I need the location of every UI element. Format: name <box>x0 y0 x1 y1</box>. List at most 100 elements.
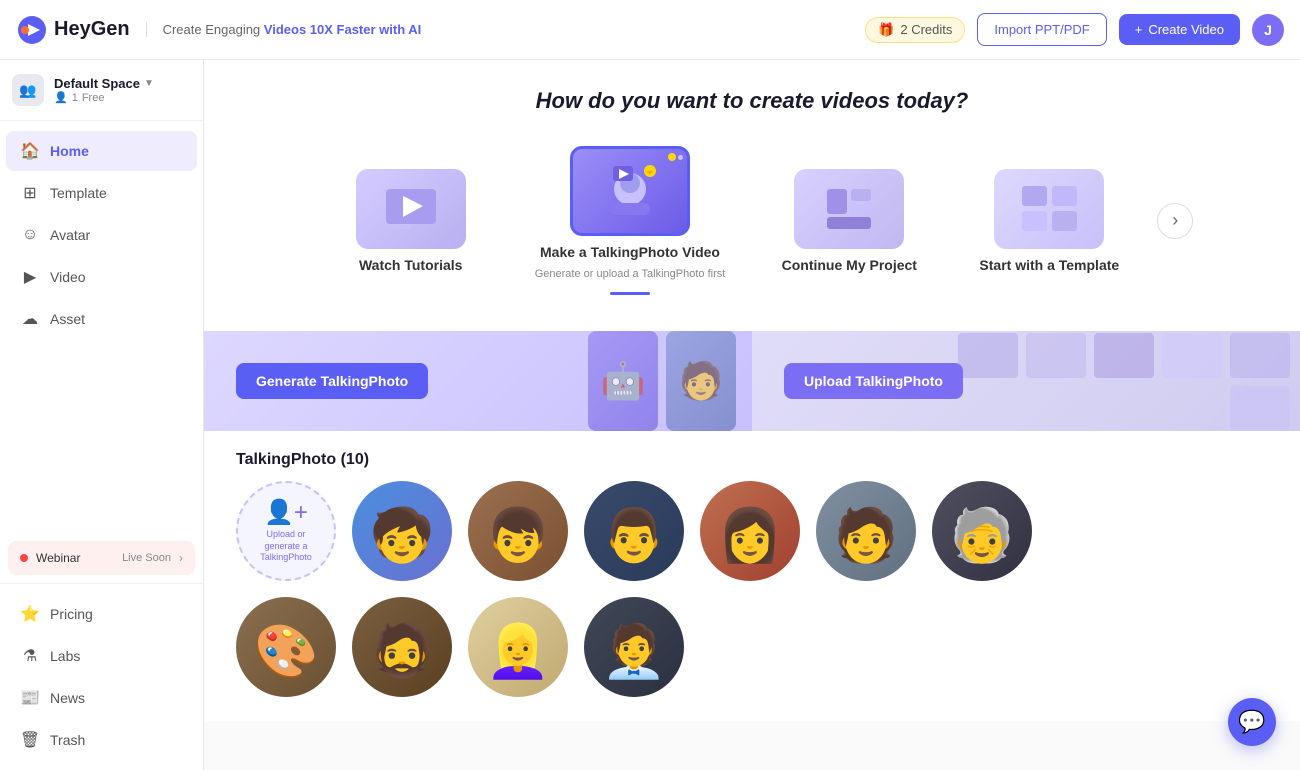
sidebar-item-asset-label: Asset <box>50 311 85 327</box>
chat-icon: 💬 <box>1238 709 1265 735</box>
photo-item-8[interactable]: 🧔 <box>352 597 452 697</box>
import-button[interactable]: Import PPT/PDF <box>977 13 1106 46</box>
webinar-arrow-icon: › <box>179 551 183 565</box>
active-indicator <box>610 292 650 295</box>
home-icon: 🏠 <box>20 141 40 161</box>
header: HeyGen Create Engaging Videos 10X Faster… <box>0 0 1300 60</box>
template-icon: ⊞ <box>20 183 40 203</box>
workspace-users: 1 <box>72 92 78 104</box>
chevron-down-icon: ▼ <box>144 78 154 89</box>
card-start-template-image <box>994 169 1104 249</box>
sidebar-item-home-label: Home <box>50 143 89 159</box>
credits-badge[interactable]: 🎁 2 Credits <box>865 17 965 43</box>
webinar-status: Live Soon <box>122 552 171 564</box>
carousel-next-button[interactable]: › <box>1157 203 1193 239</box>
logo[interactable]: HeyGen <box>16 14 130 46</box>
sidebar-item-home[interactable]: 🏠 Home <box>6 131 197 171</box>
video-icon: ▶ <box>20 267 40 287</box>
asset-icon: ☁ <box>20 309 40 329</box>
upload-text: Upload orgenerate aTalkingPhoto <box>254 529 318 564</box>
card-start-template[interactable]: Start with a Template <box>949 153 1149 289</box>
avatar[interactable]: J <box>1252 14 1284 46</box>
photo-grid-row2: 🎨 🧔 👱‍♀️ 🧑‍💼 <box>204 597 1300 721</box>
logo-icon <box>16 14 48 46</box>
card-talking-photo-sub: Generate or upload a TalkingPhoto first <box>535 268 726 280</box>
tagline-highlight: Videos 10X Faster with AI <box>264 22 422 37</box>
sidebar-item-avatar-label: Avatar <box>50 227 90 243</box>
sidebar-item-news[interactable]: 📰 News <box>6 678 197 718</box>
sidebar-item-trash-label: Trash <box>50 732 85 748</box>
sidebar-item-pricing[interactable]: ⭐ Pricing <box>6 594 197 634</box>
main-content: How do you want to create videos today? … <box>204 60 1300 770</box>
webinar-label: Webinar <box>36 551 114 565</box>
card-continue-label: Continue My Project <box>782 257 917 273</box>
create-video-label: Create Video <box>1148 22 1224 37</box>
card-tutorials[interactable]: Watch Tutorials <box>311 153 511 289</box>
nav-items: 🏠 Home ⊞ Template ☺ Avatar ▶ Video ☁ Ass… <box>0 121 203 533</box>
news-icon: 📰 <box>20 688 40 708</box>
trash-icon: 🗑 <box>20 730 40 750</box>
sidebar-item-news-label: News <box>50 690 85 706</box>
sidebar-item-pricing-label: Pricing <box>50 606 93 622</box>
tagline: Create Engaging Videos 10X Faster with A… <box>146 22 422 37</box>
logo-text: HeyGen <box>54 18 130 41</box>
sidebar: 👥 Default Space ▼ 👤 1 Free 🏠 Home ⊞ <box>0 60 204 770</box>
page-question: How do you want to create videos today? <box>204 60 1300 130</box>
photo-item-1[interactable]: 🧒 <box>352 481 452 581</box>
card-start-template-label: Start with a Template <box>979 257 1119 273</box>
photo-item-10[interactable]: 🧑‍💼 <box>584 597 684 697</box>
card-tutorials-image <box>356 169 466 249</box>
sidebar-item-asset[interactable]: ☁ Asset <box>6 299 197 339</box>
gift-icon: 🎁 <box>878 22 894 38</box>
photo-item-6[interactable]: 🧓 <box>932 481 1032 581</box>
upload-banner: Upload TalkingPhoto <box>752 331 1300 431</box>
generate-talking-photo-button[interactable]: Generate TalkingPhoto <box>236 363 428 399</box>
generate-banner: Generate TalkingPhoto 🤖 🧑 <box>204 331 752 431</box>
sidebar-item-labs[interactable]: ⚗ Labs <box>6 636 197 676</box>
card-continue-image <box>794 169 904 249</box>
card-talking-photo-label: Make a TalkingPhoto Video <box>540 244 720 260</box>
workspace-plan: Free <box>82 92 105 104</box>
sidebar-item-trash[interactable]: 🗑 Trash <box>6 720 197 760</box>
sidebar-item-template-label: Template <box>50 185 107 201</box>
labs-icon: ⚗ <box>20 646 40 666</box>
workspace-section[interactable]: 👥 Default Space ▼ 👤 1 Free <box>0 60 203 121</box>
photo-item-2[interactable]: 👦 <box>468 481 568 581</box>
photo-item-4[interactable]: 👩 <box>700 481 800 581</box>
header-right: 🎁 2 Credits Import PPT/PDF + Create Vide… <box>865 13 1284 46</box>
webinar-banner[interactable]: Webinar Live Soon › <box>8 541 195 575</box>
chevron-right-icon: › <box>1172 210 1178 231</box>
tagline-prefix: Create Engaging <box>163 22 264 37</box>
photo-item-7[interactable]: 🎨 <box>236 597 336 697</box>
sidebar-item-avatar[interactable]: ☺ Avatar <box>6 215 197 255</box>
people-icon: 👤 <box>54 91 68 104</box>
card-tutorials-label: Watch Tutorials <box>359 257 462 273</box>
avatar-letter: J <box>1264 22 1272 38</box>
talking-photo-banner: Generate TalkingPhoto 🤖 🧑 Upload Talking… <box>204 331 1300 431</box>
card-talking-photo-image <box>570 146 690 236</box>
plus-icon: + <box>1135 22 1143 37</box>
sidebar-item-video-label: Video <box>50 269 86 285</box>
chat-fab[interactable]: 💬 <box>1228 698 1276 746</box>
sidebar-item-template[interactable]: ⊞ Template <box>6 173 197 213</box>
credits-count: 2 Credits <box>900 22 952 37</box>
workspace-icon: 👥 <box>12 74 44 106</box>
talking-photo-section-title: TalkingPhoto (10) <box>204 431 1300 481</box>
sidebar-item-labs-label: Labs <box>50 648 80 664</box>
photo-grid-row1: 👤+ Upload orgenerate aTalkingPhoto 🧒 👦 👨 <box>204 481 1300 597</box>
upload-placeholder[interactable]: 👤+ Upload orgenerate aTalkingPhoto <box>236 481 336 581</box>
create-video-button[interactable]: + Create Video <box>1119 14 1240 45</box>
webinar-live-dot <box>20 554 28 562</box>
photo-item-9[interactable]: 👱‍♀️ <box>468 597 568 697</box>
avatar-icon: ☺ <box>20 225 40 245</box>
pricing-icon: ⭐ <box>20 604 40 624</box>
cards-row: Watch Tutorials Make a TalkingPhoto Vide… <box>204 130 1300 331</box>
card-talking-photo[interactable]: Make a TalkingPhoto Video Generate or up… <box>511 130 750 311</box>
upload-talking-photo-button[interactable]: Upload TalkingPhoto <box>784 363 963 399</box>
card-continue[interactable]: Continue My Project <box>749 153 949 289</box>
add-person-icon: 👤+ <box>264 498 308 527</box>
photo-item-3[interactable]: 👨 <box>584 481 684 581</box>
photo-item-5[interactable]: 🧑 <box>816 481 916 581</box>
workspace-name: Default Space <box>54 76 140 91</box>
sidebar-item-video[interactable]: ▶ Video <box>6 257 197 297</box>
